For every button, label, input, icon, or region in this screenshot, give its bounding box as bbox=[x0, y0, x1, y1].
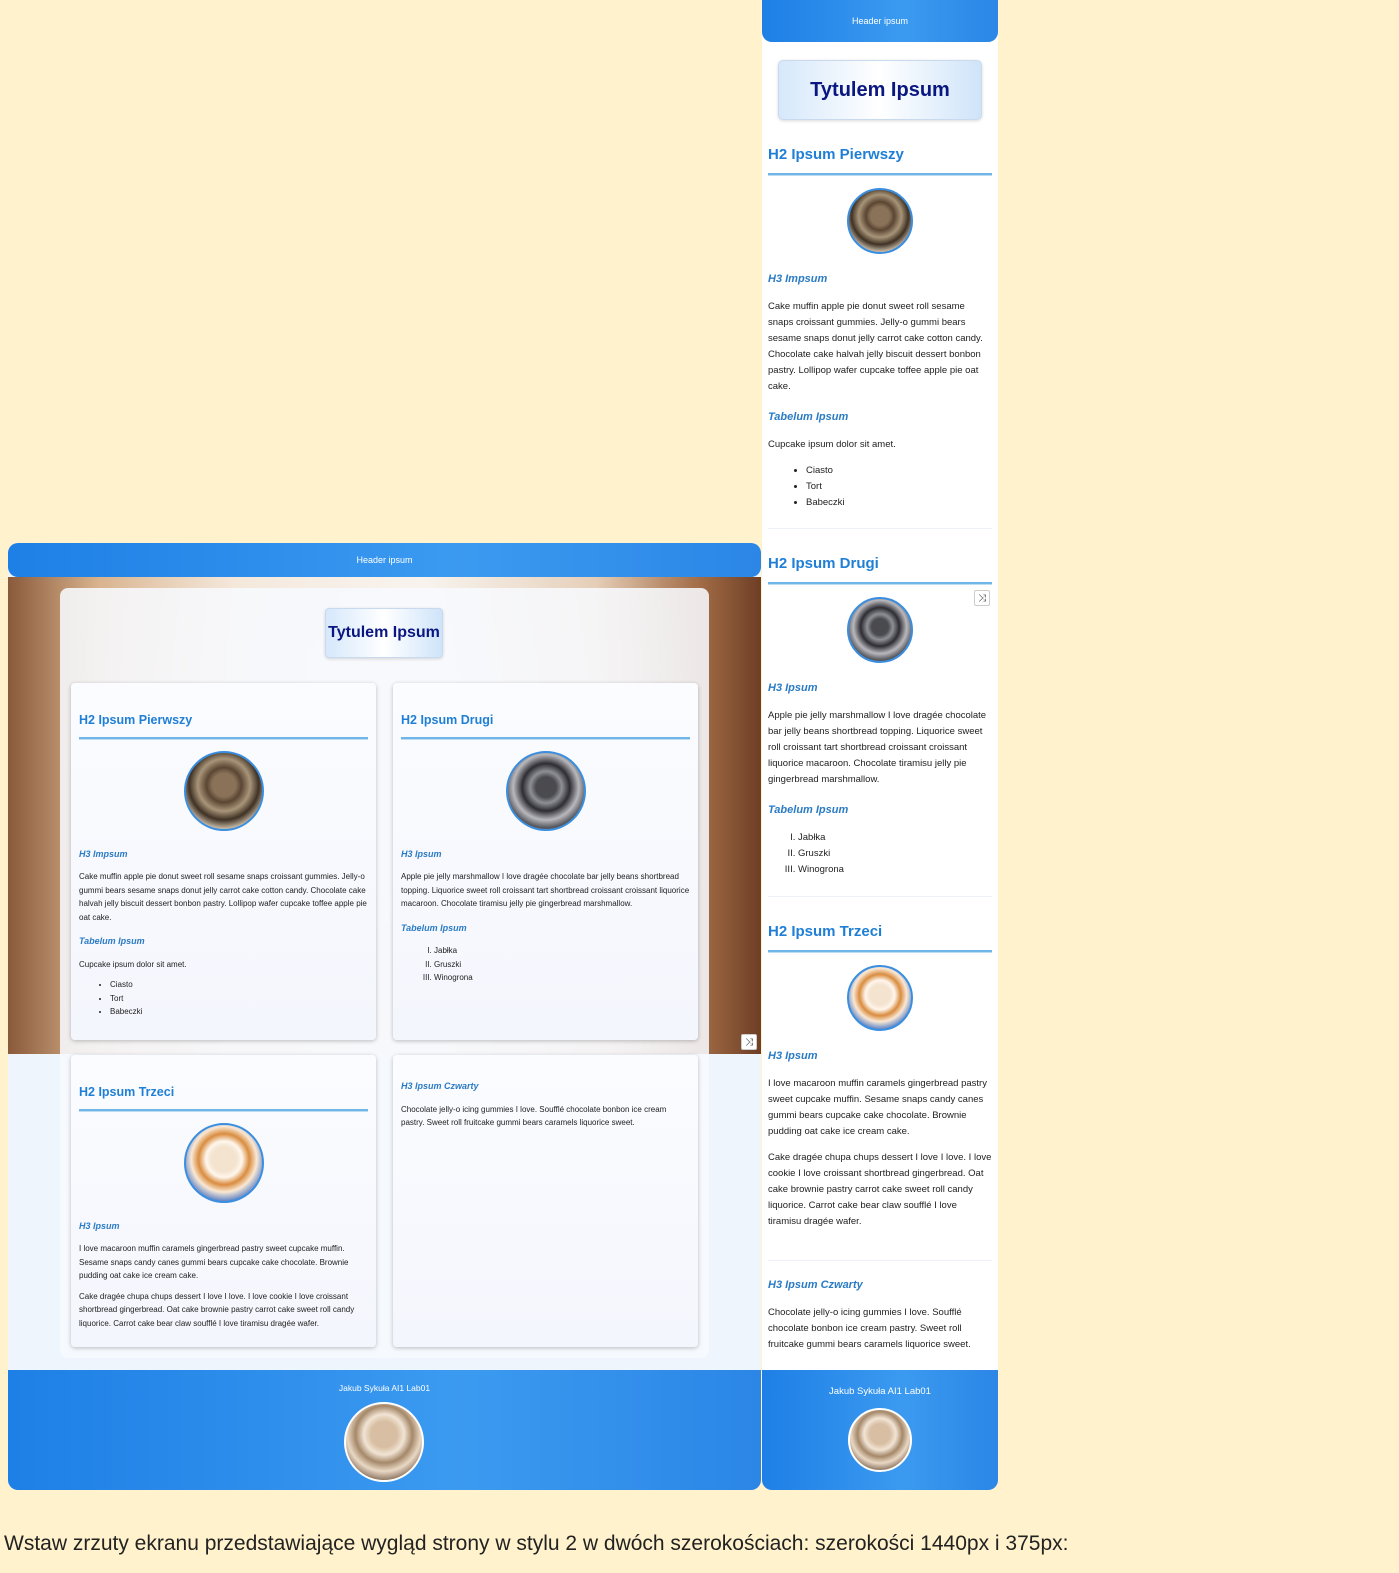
footer-text: Jakub Sykuła AI1 Lab01 bbox=[829, 1386, 931, 1397]
kitten-photo bbox=[847, 188, 913, 254]
heading-rule bbox=[401, 736, 690, 740]
list-intro: Cupcake ipsum dolor sit amet. bbox=[768, 439, 896, 450]
subheading: H3 Impsum bbox=[768, 273, 828, 285]
roman-list: Jabłka Gruszki Winogrona bbox=[798, 830, 992, 878]
section-heading: H2 Ipsum Drugi bbox=[768, 555, 879, 572]
list-item: Jabłka bbox=[434, 944, 690, 958]
footer-text: Jakub Sykuła AI1 Lab01 bbox=[338, 1383, 431, 1393]
list-heading: Tabelum Ipsum bbox=[768, 804, 849, 816]
shuffle-icon[interactable]: ⤨ bbox=[974, 590, 990, 606]
paragraph: I love macaroon muffin caramels gingerbr… bbox=[768, 1078, 987, 1137]
subheading: H3 Ipsum bbox=[401, 848, 442, 859]
header-text: Header ipsum bbox=[851, 16, 909, 26]
section-card-3: H2 Ipsum Trzeci H3 Ipsum I love macaroon… bbox=[71, 1055, 376, 1347]
section-heading: H2 Ipsum Pierwszy bbox=[79, 713, 193, 727]
page-header: Header ipsum bbox=[8, 543, 761, 577]
list-heading: Tabelum Ipsum bbox=[401, 922, 467, 933]
subheading: H3 Ipsum Czwarty bbox=[768, 1279, 863, 1291]
kitten-photo bbox=[183, 1122, 264, 1203]
section-heading: H2 Ipsum Trzeci bbox=[768, 923, 883, 940]
list-item: Winogrona bbox=[434, 971, 690, 985]
list-item: Babeczki bbox=[110, 1005, 368, 1019]
shuffle-icon[interactable]: ⤨ bbox=[741, 1034, 757, 1050]
list-item: Gruszki bbox=[798, 846, 992, 862]
list-item: Tort bbox=[806, 479, 992, 495]
subheading: H3 Ipsum Czwarty bbox=[401, 1081, 479, 1091]
heading-rule bbox=[79, 1108, 368, 1112]
kitten-photo bbox=[505, 750, 586, 831]
paragraph: Apple pie jelly marshmallow I love dragé… bbox=[401, 872, 690, 908]
content-panel: Tytulem Ipsum H2 Ipsum Pierwszy H3 Impsu… bbox=[60, 588, 709, 1358]
section-1: H2 Ipsum Pierwszy H3 Impsum Cake muffin … bbox=[768, 147, 992, 511]
paragraph: I love macaroon muffin caramels gingerbr… bbox=[79, 1244, 349, 1280]
section-4: H3 Ipsum Czwarty Chocolate jelly-o icing… bbox=[768, 1260, 992, 1363]
bullet-list: Ciasto Tort Babeczki bbox=[806, 463, 992, 511]
divider bbox=[768, 528, 992, 529]
document-caption: Wstaw zrzuty ekranu przedstawiające wygl… bbox=[4, 1532, 1069, 1555]
page-footer: Jakub Sykuła AI1 Lab01 bbox=[8, 1370, 761, 1490]
page-footer: Jakub Sykuła AI1 Lab01 bbox=[762, 1370, 998, 1490]
list-intro: Cupcake ipsum dolor sit amet. bbox=[79, 959, 187, 969]
section-3: H2 Ipsum Trzeci H3 Ipsum I love macaroon… bbox=[768, 924, 992, 1240]
paragraph: Cake dragée chupa chups dessert I love I… bbox=[79, 1291, 355, 1328]
paragraph: Chocolate jelly-o icing gummies I love. … bbox=[401, 1104, 667, 1128]
paragraph: Cake muffin apple pie donut sweet roll s… bbox=[768, 301, 983, 392]
page-title: Tytulem Ipsum bbox=[778, 60, 982, 120]
kitten-photo bbox=[183, 750, 264, 831]
list-item: Jabłka bbox=[798, 830, 992, 846]
list-item: Babeczki bbox=[806, 495, 992, 511]
page-title: Tytulem Ipsum bbox=[325, 608, 443, 658]
section-heading: H2 Ipsum Pierwszy bbox=[768, 146, 904, 163]
section-card-1: H2 Ipsum Pierwszy H3 Impsum Cake muffin … bbox=[71, 683, 376, 1040]
subheading: H3 Impsum bbox=[79, 848, 128, 859]
heading-rule bbox=[768, 173, 992, 176]
heading-rule bbox=[768, 950, 992, 953]
list-item: Ciasto bbox=[110, 978, 368, 992]
list-item: Ciasto bbox=[806, 463, 992, 479]
footer-cat-photo bbox=[848, 1408, 912, 1472]
paragraph: Cake muffin apple pie donut sweet roll s… bbox=[79, 872, 367, 922]
list-item: Winogrona bbox=[798, 862, 992, 878]
heading-rule bbox=[79, 736, 368, 740]
list-heading: Tabelum Ipsum bbox=[79, 936, 145, 946]
bullet-list: Ciasto Tort Babeczki bbox=[110, 978, 368, 1019]
list-heading: Tabelum Ipsum bbox=[768, 411, 849, 423]
subheading: H3 Ipsum bbox=[79, 1220, 120, 1231]
divider bbox=[768, 896, 992, 897]
heading-rule bbox=[768, 582, 992, 585]
list-item: Tort bbox=[110, 992, 368, 1006]
footer-cat-photo bbox=[344, 1402, 424, 1482]
header-text: Header ipsum bbox=[356, 555, 413, 565]
page-header: Header ipsum bbox=[762, 0, 998, 42]
section-2: H2 Ipsum Drugi H3 Ipsum Apple pie jelly … bbox=[768, 556, 992, 878]
section-card-4: H3 Ipsum Czwarty Chocolate jelly-o icing… bbox=[393, 1055, 698, 1347]
section-heading: H2 Ipsum Drugi bbox=[401, 713, 494, 727]
mobile-screenshot: Header ipsum Tytulem Ipsum H2 Ipsum Pier… bbox=[762, 0, 998, 1490]
list-item: Gruszki bbox=[434, 958, 690, 972]
subheading: H3 Ipsum bbox=[768, 1050, 818, 1062]
paragraph: Chocolate jelly-o icing gummies I love. … bbox=[768, 1307, 971, 1350]
kitten-photo bbox=[847, 965, 913, 1031]
paragraph: Cake dragée chupa chups dessert I love I… bbox=[768, 1152, 992, 1227]
kitten-photo bbox=[847, 597, 913, 663]
roman-list: Jabłka Gruszki Winogrona bbox=[434, 944, 690, 985]
section-heading: H2 Ipsum Trzeci bbox=[79, 1085, 175, 1099]
subheading: H3 Ipsum bbox=[768, 682, 818, 694]
desktop-screenshot: Header ipsum Tytulem Ipsum H2 Ipsum Pier… bbox=[8, 543, 761, 1490]
section-card-2: H2 Ipsum Drugi H3 Ipsum Apple pie jelly … bbox=[393, 683, 698, 1040]
paragraph: Apple pie jelly marshmallow I love dragé… bbox=[768, 710, 987, 785]
